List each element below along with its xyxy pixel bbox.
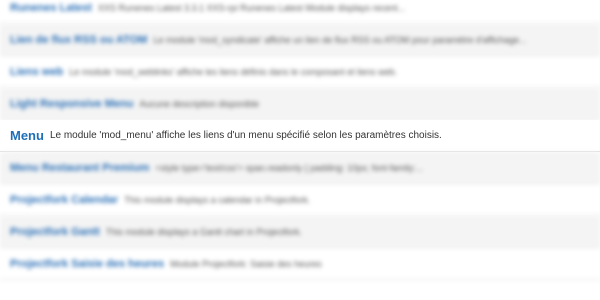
module-description: Module Projectfork: Saisie des heures (170, 258, 322, 269)
module-row-menu[interactable]: Menu Le module 'mod_menu' affiche les li… (0, 120, 600, 152)
module-description: Le module 'mod_syndicate' affiche un lie… (153, 34, 527, 45)
module-description: XXS Runenes Latest 3.3.1 XXS-rpi Runenes… (97, 2, 406, 13)
module-name-link[interactable]: Runenes Latest (10, 2, 92, 14)
module-name-link[interactable]: Lien de flux RSS ou ATOM (10, 34, 147, 46)
module-row[interactable]: Runenes Latest XXS Runenes Latest 3.3.1 … (0, 0, 600, 24)
module-name-link[interactable]: Projectfork Calendar (10, 194, 118, 206)
module-description: Le module 'mod_menu' affiche les liens d… (49, 130, 442, 141)
module-description: Le module 'mod_weblinks' affiche les lie… (69, 66, 398, 77)
module-row[interactable]: Projectfork Saisie des heures Module Pro… (0, 248, 600, 280)
module-row[interactable]: Projectfork Gantt This module displays a… (0, 216, 600, 248)
module-name-link[interactable]: Projectfork Saisie des heures (10, 258, 164, 270)
module-list: Runenes Latest XXS Runenes Latest 3.3.1 … (0, 0, 600, 300)
module-description: <style type='text/css'> span.readonly { … (155, 162, 424, 173)
module-name-link[interactable]: Light Responsive Menu (10, 98, 133, 110)
module-row[interactable]: Menu Restaurant Premium <style type='tex… (0, 152, 600, 184)
module-name-link[interactable]: Projectfork Gantt (10, 226, 100, 238)
module-description: This module displays a Gantt chart in Pr… (105, 226, 302, 237)
module-row[interactable]: Projectfork Calendar This module display… (0, 184, 600, 216)
module-name-link[interactable]: Liens web (10, 66, 63, 78)
module-name-link[interactable]: Menu Restaurant Premium (10, 162, 149, 174)
module-row[interactable]: Light Responsive Menu Aucune description… (0, 88, 600, 120)
module-row[interactable]: Lien de flux RSS ou ATOM Le module 'mod_… (0, 24, 600, 56)
module-description: This module displays a calendar in Proje… (124, 194, 311, 205)
module-name-link[interactable]: Menu (10, 128, 44, 143)
module-description: Aucune description disponible (139, 98, 260, 109)
module-row[interactable]: Liens web Le module 'mod_weblinks' affic… (0, 56, 600, 88)
